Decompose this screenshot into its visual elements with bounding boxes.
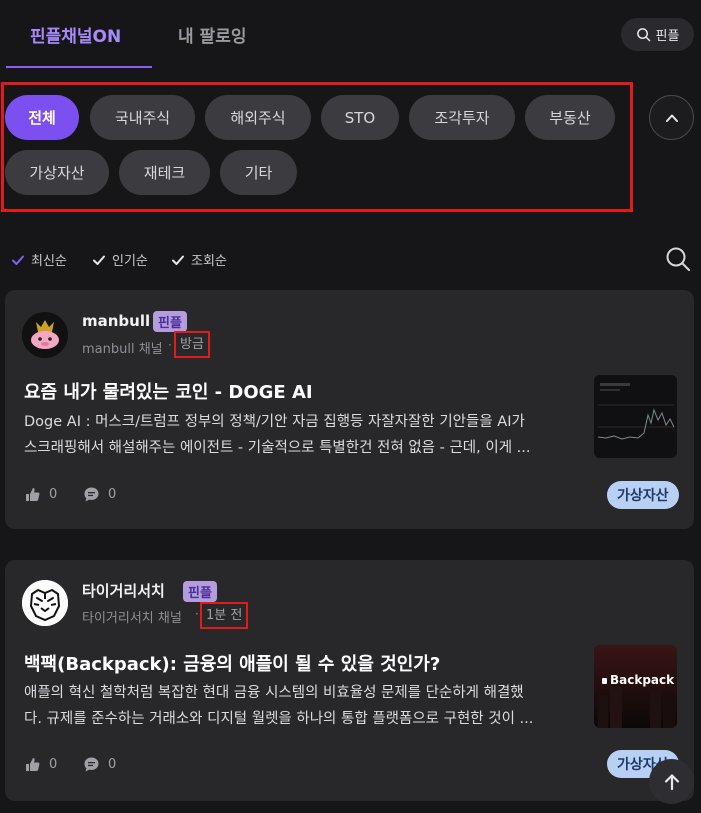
excerpt-line: 애플의 혁신 철학처럼 복잡한 현대 금융 시스템의 비효율성 문제를 단순하게… <box>24 685 524 701</box>
thumbs-up-icon <box>26 488 40 501</box>
post-card[interactable]: manbull 핀플 manbull 채널 · 방금 요즘 내가 물려있는 코인… <box>5 290 694 529</box>
category-chip-overseas-stock[interactable]: 해외주식 <box>205 95 311 140</box>
post-card[interactable]: 타이거리서치 핀플 타이거리서치 채널 · 1분 전 백팩(Backpack):… <box>5 560 694 801</box>
post-time: 1분 전 <box>200 602 249 629</box>
pinple-badge: 핀플 <box>183 581 217 602</box>
sort-popular-label: 인기순 <box>112 254 148 269</box>
like-count[interactable]: 0 <box>24 486 57 503</box>
chevron-up-icon <box>665 114 678 122</box>
tab-my-following[interactable]: 내 팔로잉 <box>178 22 246 47</box>
post-excerpt[interactable]: Doge AI : 머스크/트럼프 정부의 정책/기안 자금 집행등 자잘자잘한… <box>24 409 580 461</box>
search-icon[interactable] <box>665 246 691 272</box>
tab-pinple-channel-on[interactable]: 핀플채널ON <box>30 22 121 47</box>
category-chip-real-estate[interactable]: 부동산 <box>525 95 615 140</box>
chart-thumbnail-image <box>594 375 677 458</box>
separator-dot: · <box>195 607 199 621</box>
tiger-logo-icon <box>22 580 68 626</box>
sort-latest-label: 최신순 <box>31 254 67 269</box>
search-label: 핀플 <box>655 29 680 44</box>
arrow-up-icon <box>664 773 679 790</box>
bull-logo-icon <box>22 312 68 358</box>
pinple-search-button[interactable]: 핀플 <box>621 18 694 51</box>
sort-latest[interactable]: 최신순 <box>11 250 67 269</box>
active-tab-indicator <box>6 66 152 68</box>
like-count-value: 0 <box>49 487 58 502</box>
thumbnail-caption: Backpack <box>610 673 675 687</box>
top-tab-bar: 핀플채널ON 내 팔로잉 핀플 <box>0 0 701 68</box>
post-thumbnail[interactable] <box>594 375 677 458</box>
category-chip-finance-tech[interactable]: 재테크 <box>119 150 210 195</box>
sort-views[interactable]: 조회순 <box>171 250 227 269</box>
comment-icon <box>84 487 99 502</box>
category-chip-crypto[interactable]: 가상자산 <box>5 150 109 195</box>
post-excerpt[interactable]: 애플의 혁신 철학처럼 복잡한 현대 금융 시스템의 비효율성 문제를 단순하게… <box>24 680 580 732</box>
category-chip-fractional-investment[interactable]: 조각투자 <box>409 95 515 140</box>
excerpt-line: 다. 규제를 준수하는 거래소와 디지털 월렛을 하나의 통합 플랫폼으로 구현… <box>24 711 534 727</box>
category-chip-domestic-stock[interactable]: 국내주식 <box>90 95 195 140</box>
search-icon <box>636 28 650 42</box>
author-name[interactable]: manbull <box>82 312 150 330</box>
category-tag[interactable]: 가상자산 <box>607 481 679 509</box>
pinple-badge: 핀플 <box>153 311 187 332</box>
scroll-to-top-button[interactable] <box>649 759 694 804</box>
collapse-categories-button[interactable] <box>649 95 694 140</box>
excerpt-line: 스크래핑해서 해설해주는 에이전트 - 기술적으로 특별한건 전혀 없음 - 근… <box>24 440 531 456</box>
post-thumbnail[interactable]: Backpack <box>594 645 677 728</box>
author-avatar <box>22 580 68 626</box>
channel-name[interactable]: 타이거리서치 채널 <box>82 607 182 626</box>
comment-count-value: 0 <box>108 487 117 502</box>
category-chip-all[interactable]: 전체 <box>5 95 79 140</box>
channel-name[interactable]: manbull 채널 <box>82 338 163 357</box>
excerpt-line: Doge AI : 머스크/트럼프 정부의 정책/기안 자금 집행등 자잘자잘한… <box>24 414 525 430</box>
author-name[interactable]: 타이거리서치 <box>82 580 165 601</box>
like-count[interactable]: 0 <box>24 756 57 773</box>
sort-views-label: 조회순 <box>191 254 227 269</box>
thumbs-up-icon <box>26 758 40 771</box>
sort-popular[interactable]: 인기순 <box>92 250 148 269</box>
author-avatar <box>22 312 68 358</box>
check-icon <box>93 255 105 265</box>
comment-count[interactable]: 0 <box>83 486 116 503</box>
post-title[interactable]: 백팩(Backpack): 금융의 애플이 될 수 있을 것인가? <box>24 650 440 676</box>
post-time: 방금 <box>174 331 210 358</box>
check-icon <box>12 255 24 265</box>
separator-dot: · <box>168 338 172 352</box>
comment-count-value: 0 <box>108 757 117 772</box>
comment-icon <box>84 757 99 772</box>
like-count-value: 0 <box>49 757 58 772</box>
category-chip-etc[interactable]: 기타 <box>220 150 297 195</box>
comment-count[interactable]: 0 <box>83 756 116 773</box>
category-chip-sto[interactable]: STO <box>321 95 399 140</box>
post-title[interactable]: 요즘 내가 물려있는 코인 - DOGE AI <box>24 378 313 404</box>
check-icon <box>172 255 184 265</box>
